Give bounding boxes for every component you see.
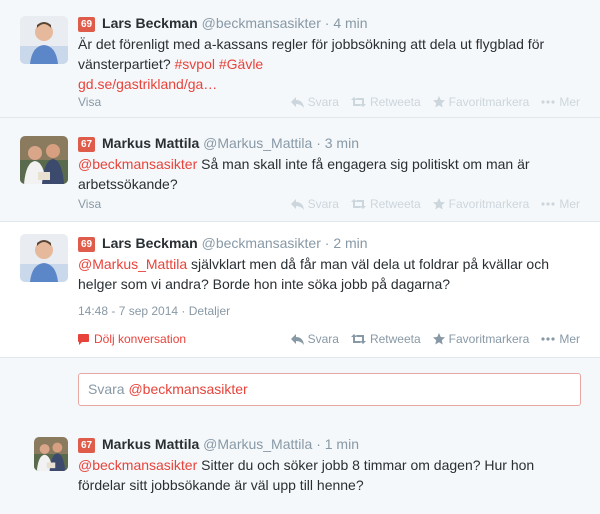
avatar[interactable] xyxy=(20,234,68,282)
favorite-label: Favoritmarkera xyxy=(448,197,530,211)
more-label: Mer xyxy=(559,95,580,109)
author-handle[interactable]: @Markus_Mattila xyxy=(203,135,312,151)
retweet-button[interactable]: Retweeta xyxy=(350,197,421,211)
more-icon xyxy=(541,337,555,341)
full-timestamp: 14:48 - 7 sep 2014 xyxy=(78,304,179,318)
favorite-button[interactable]: Favoritmarkera xyxy=(432,332,530,346)
more-icon xyxy=(541,100,555,104)
tweet[interactable]: 67 Markus Mattila @Markus_Mattila · 3 mi… xyxy=(0,118,600,222)
visa-link[interactable]: Visa xyxy=(78,95,101,109)
tweet-text: @beckmansasikter Sitter du och söker job… xyxy=(78,455,582,495)
reply-button[interactable]: Svara xyxy=(290,197,339,211)
author-handle[interactable]: @Markus_Mattila xyxy=(203,436,312,452)
retweet-icon xyxy=(350,199,366,209)
details-link[interactable]: Detaljer xyxy=(189,304,230,318)
more-icon xyxy=(541,202,555,206)
reply-mention: @beckmansasikter xyxy=(128,381,248,397)
tweet-link[interactable]: gd.se/gastrikland/ga… xyxy=(78,76,217,92)
tweet-actions: Svara Retweeta Favoritmarkera Mer xyxy=(290,95,580,109)
separator: · xyxy=(316,436,321,452)
separator: · xyxy=(324,235,330,251)
timestamp[interactable]: 4 min xyxy=(333,15,367,31)
hide-conversation-button[interactable]: Dölj konversation xyxy=(78,332,186,346)
tweet-text: @beckmansasikter Så man skall inte få en… xyxy=(78,154,582,194)
separator: · xyxy=(316,135,321,151)
timestamp[interactable]: 2 min xyxy=(333,235,367,251)
favorite-button[interactable]: Favoritmarkera xyxy=(432,197,530,211)
tweet-actions: Svara Retweeta Favoritmarkera Mer xyxy=(290,332,580,346)
tweet-meta: 14:48 - 7 sep 2014 · Detaljer xyxy=(78,304,230,318)
retweet-icon xyxy=(350,334,366,344)
score-badge: 67 xyxy=(78,137,96,152)
tweet-header: 69 Lars Beckman @beckmansasikter · 4 min xyxy=(78,14,582,32)
tweet-text: @Markus_Mattila självklart men då får ma… xyxy=(78,254,582,294)
score-badge: 67 xyxy=(78,438,96,453)
more-button[interactable]: Mer xyxy=(541,95,580,109)
score-badge: 69 xyxy=(78,237,96,252)
tweet[interactable]: 67 Markus Mattila @Markus_Mattila · 1 mi… xyxy=(0,425,600,514)
timestamp[interactable]: 3 min xyxy=(325,135,359,151)
star-icon xyxy=(432,333,445,345)
author-handle[interactable]: @beckmansasikter xyxy=(202,235,321,251)
reply-prefix: Svara xyxy=(88,381,129,397)
favorite-label: Favoritmarkera xyxy=(448,332,530,346)
reply-button[interactable]: Svara xyxy=(290,332,339,346)
mention-link[interactable]: @beckmansasikter xyxy=(78,156,197,172)
reply-label: Svara xyxy=(307,197,339,211)
star-icon xyxy=(432,198,445,210)
reply-icon xyxy=(290,96,304,108)
more-label: Mer xyxy=(559,332,580,346)
retweet-button[interactable]: Retweeta xyxy=(350,332,421,346)
avatar[interactable] xyxy=(20,136,68,184)
tweet-header: 69 Lars Beckman @beckmansasikter · 2 min xyxy=(78,234,582,252)
author-name[interactable]: Lars Beckman xyxy=(102,15,198,31)
author-handle[interactable]: @beckmansasikter xyxy=(202,15,321,31)
reply-label: Svara xyxy=(307,332,339,346)
reply-label: Svara xyxy=(307,95,339,109)
reply-input[interactable]: Svara @beckmansasikter xyxy=(78,373,581,406)
separator: · xyxy=(324,15,330,31)
timestamp[interactable]: 1 min xyxy=(325,436,359,452)
author-name[interactable]: Lars Beckman xyxy=(102,235,198,251)
reply-area: Svara @beckmansasikter xyxy=(0,357,600,426)
hide-conversation-label: Dölj konversation xyxy=(94,332,187,346)
mention-link[interactable]: @beckmansasikter xyxy=(78,457,197,473)
more-label: Mer xyxy=(559,197,580,211)
avatar[interactable] xyxy=(34,437,68,471)
tweet-actions: Svara Retweeta Favoritmarkera Mer xyxy=(290,197,580,211)
retweet-label: Retweeta xyxy=(369,95,421,109)
favorite-button[interactable]: Favoritmarkera xyxy=(432,95,530,109)
avatar[interactable] xyxy=(20,16,68,64)
tweet-text: Är det förenligt med a-kassans regler fö… xyxy=(78,34,582,94)
retweet-button[interactable]: Retweeta xyxy=(350,95,421,109)
mention-link[interactable]: @Markus_Mattila xyxy=(78,256,187,272)
reply-button[interactable]: Svara xyxy=(290,95,339,109)
more-button[interactable]: Mer xyxy=(541,197,580,211)
speech-bubble-icon xyxy=(78,333,89,345)
tweet-header: 67 Markus Mattila @Markus_Mattila · 1 mi… xyxy=(78,435,582,453)
author-name[interactable]: Markus Mattila xyxy=(102,135,199,151)
retweet-label: Retweeta xyxy=(369,197,421,211)
tweet-expanded[interactable]: 69 Lars Beckman @beckmansasikter · 2 min… xyxy=(0,222,600,426)
tweet[interactable]: 69 Lars Beckman @beckmansasikter · 4 min… xyxy=(0,0,600,118)
favorite-label: Favoritmarkera xyxy=(448,95,530,109)
separator: · xyxy=(181,304,186,318)
retweet-label: Retweeta xyxy=(369,332,421,346)
score-badge: 69 xyxy=(78,17,96,32)
more-button[interactable]: Mer xyxy=(541,332,580,346)
author-name[interactable]: Markus Mattila xyxy=(102,436,199,452)
reply-icon xyxy=(290,198,304,210)
visa-link[interactable]: Visa xyxy=(78,197,101,211)
hashtags[interactable]: #svpol #Gävle xyxy=(175,56,264,72)
retweet-icon xyxy=(350,97,366,107)
star-icon xyxy=(432,96,445,108)
reply-icon xyxy=(290,333,304,345)
tweet-header: 67 Markus Mattila @Markus_Mattila · 3 mi… xyxy=(78,134,582,152)
tweet-body: Är det förenligt med a-kassans regler fö… xyxy=(78,36,545,72)
